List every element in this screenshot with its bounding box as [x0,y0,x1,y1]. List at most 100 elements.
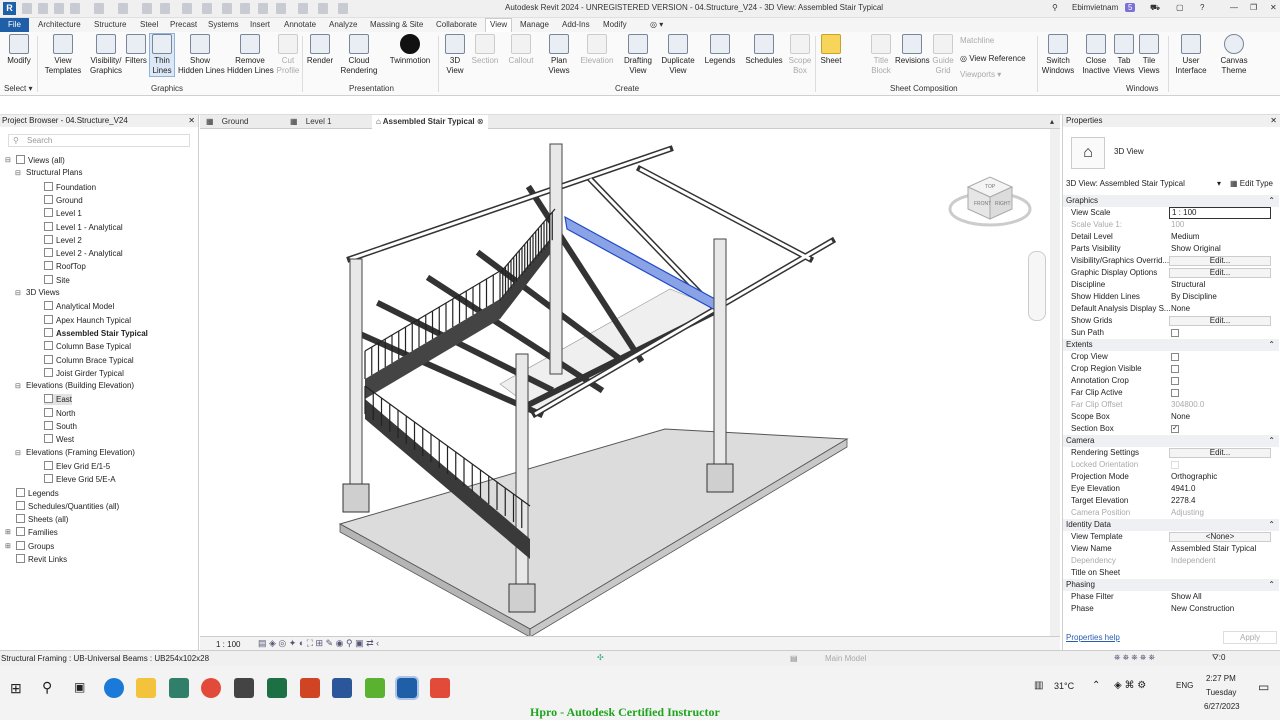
close-icon[interactable]: ✕ [1270,115,1277,127]
prop-row-parts-visibility[interactable]: Parts Visibility Show Original [1063,243,1279,255]
tray-expand-icon[interactable]: ⌃ [1092,680,1100,691]
download-icon[interactable] [234,678,254,698]
prop-row-scale-value-1[interactable]: Scale Value 1: 100 [1063,219,1279,231]
prop-value[interactable]: Structural [1171,279,1205,291]
title-block-button[interactable]: Title Block [870,34,892,76]
browser-item-legends[interactable]: Legends [16,487,59,499]
print-icon[interactable] [142,3,152,14]
user-account[interactable]: Ebimvietnam [1072,3,1118,12]
apply-button[interactable]: Apply [1223,631,1277,644]
type-selector[interactable]: ⌂ 3D View [1068,133,1276,173]
notification-badge[interactable]: 5 [1125,3,1136,12]
help-icon[interactable]: ? [1200,3,1204,12]
prop-row-scope-box[interactable]: Scope Box None [1063,411,1279,423]
help-search-icon[interactable]: ⚲ [1052,3,1058,12]
excel-icon[interactable] [267,678,287,698]
prop-value[interactable]: None [1171,303,1190,315]
browser-item-elevations-framing-elevation[interactable]: Elevations (Framing Elevation) [26,448,135,458]
prop-value[interactable]: Show All [1171,591,1202,603]
twinmotion-button[interactable]: Twinmotion [388,34,432,66]
tab-annotate[interactable]: Annotate [284,20,316,29]
browser-item-joist-girder-typical[interactable]: Joist Girder Typical [44,367,124,379]
browser-item-eleve-grid-5-e-a[interactable]: Eleve Grid 5/E-A [44,474,116,485]
prop-row-locked-orientation[interactable]: Locked Orientation [1063,459,1279,471]
word-icon[interactable] [332,678,352,698]
navigation-bar[interactable] [1028,251,1046,321]
collapse-icon[interactable]: ⌃ [1268,519,1275,531]
tab-analyze[interactable]: Analyze [329,20,357,29]
collapse-icon[interactable]: ⌃ [1268,339,1275,351]
close-icon[interactable]: ✕ [188,115,195,127]
text-icon[interactable] [222,3,232,14]
browser-item-west[interactable]: West [44,434,74,445]
prop-row-crop-region-visible[interactable]: Crop Region Visible [1063,363,1279,375]
tab-add-ins[interactable]: Add-Ins [562,20,590,29]
collapse-icon[interactable]: ⊟ [15,382,21,390]
prop-row-annotation-crop[interactable]: Annotation Crop [1063,375,1279,387]
filters-button[interactable]: Filters [124,34,148,66]
powerpoint-icon[interactable] [300,678,320,698]
prop-value[interactable]: 100 [1171,219,1184,231]
prop-row-phase-filter[interactable]: Phase Filter Show All [1063,591,1279,603]
remove-hidden-lines-button[interactable]: Remove Hidden Lines [227,34,274,76]
collapse-icon[interactable]: ⌃ [1268,195,1275,207]
browser-item-schedules-quantities-all[interactable]: Schedules/Quantities (all) [16,500,119,512]
tab-manage[interactable]: Manage [520,20,549,29]
tab-ground[interactable]: ▦ Ground [206,117,248,126]
prop-value[interactable]: Adjusting [1171,507,1204,519]
prop-row-sun-path[interactable]: Sun Path [1063,327,1279,339]
instance-selector[interactable]: 3D View: Assembled Stair Typical ▾ [1066,178,1221,190]
prop-row-detail-level[interactable]: Detail Level Medium [1063,231,1279,243]
redo-icon[interactable] [118,3,128,14]
browser-item-elevations-building-elevation[interactable]: Elevations (Building Elevation) [26,381,134,391]
prop-row-graphic-display-options[interactable]: Graphic Display Options Edit... [1063,267,1279,279]
prop-value[interactable]: None [1171,411,1190,423]
tag-icon[interactable] [202,3,212,14]
undo-icon[interactable] [94,3,104,14]
collapse-icon[interactable]: ⊟ [15,289,21,297]
prop-value[interactable]: Orthographic [1171,471,1217,483]
tray-app-icons[interactable]: ◈ ⌘ ⚙ [1114,680,1146,691]
thin-lines-icon[interactable] [276,3,286,14]
3d-view-button[interactable]: 3D View [444,34,466,76]
prop-row-discipline[interactable]: Discipline Structural [1063,279,1279,291]
qat-customize-icon[interactable] [338,3,348,14]
prop-checkbox[interactable] [1171,389,1179,397]
collapse-icon[interactable]: ⊟ [15,449,21,457]
save-icon[interactable] [38,3,48,14]
prop-row-eye-elevation[interactable]: Eye Elevation 4941.0 [1063,483,1279,495]
prop-row-crop-view[interactable]: Crop View [1063,351,1279,363]
weather-text[interactable]: 31°C [1054,681,1074,691]
browser-item-level-2-analytical[interactable]: Level 2 - Analytical [44,248,123,259]
thin-lines-button[interactable]: Thin Lines [149,33,175,77]
view-templates-button[interactable]: View Templates [44,34,82,76]
search-icon[interactable]: ⚲ [42,679,52,696]
prop-value[interactable]: 1 : 100 [1169,207,1271,219]
legends-button[interactable]: Legends [703,34,737,66]
browser-item-analytical-model[interactable]: Analytical Model [44,301,114,312]
schedules-button[interactable]: Schedules [744,34,784,66]
main-model-selector[interactable]: Main Model [825,654,866,663]
viewcube[interactable]: FRONT RIGHT TOP [948,169,1032,229]
autocad-icon[interactable] [430,678,450,698]
tile-views-button[interactable]: Tile Views [1138,34,1160,76]
close-inactive-button[interactable]: Close Inactive [1080,34,1112,76]
prop-row-section-box[interactable]: Section Box ✓ [1063,423,1279,435]
prop-row-dependency[interactable]: Dependency Independent [1063,555,1279,567]
cloud-rendering-button[interactable]: Cloud Rendering [340,34,378,76]
prop-edit-button[interactable]: <None> [1169,532,1271,542]
prop-row-far-clip-offset[interactable]: Far Clip Offset 304800.0 [1063,399,1279,411]
prop-row-view-scale[interactable]: View Scale 1 : 100 [1063,207,1279,219]
prop-checkbox[interactable] [1171,365,1179,373]
prop-edit-button[interactable]: Edit... [1169,316,1271,326]
3d-view-icon[interactable] [240,3,250,14]
browser-item-level-2[interactable]: Level 2 [44,234,82,246]
browser-item-apex-haunch-typical[interactable]: Apex Haunch Typical [44,314,131,326]
measure-icon[interactable] [160,3,170,14]
tab-architecture[interactable]: Architecture [38,20,81,29]
prop-row-far-clip-active[interactable]: Far Clip Active [1063,387,1279,399]
cart-icon[interactable]: ▢ [1176,3,1184,12]
tabs-dropdown-icon[interactable]: ▴ [1050,117,1054,126]
prop-value[interactable]: New Construction [1171,603,1234,615]
scope-box-button[interactable]: Scope Box [788,34,812,76]
